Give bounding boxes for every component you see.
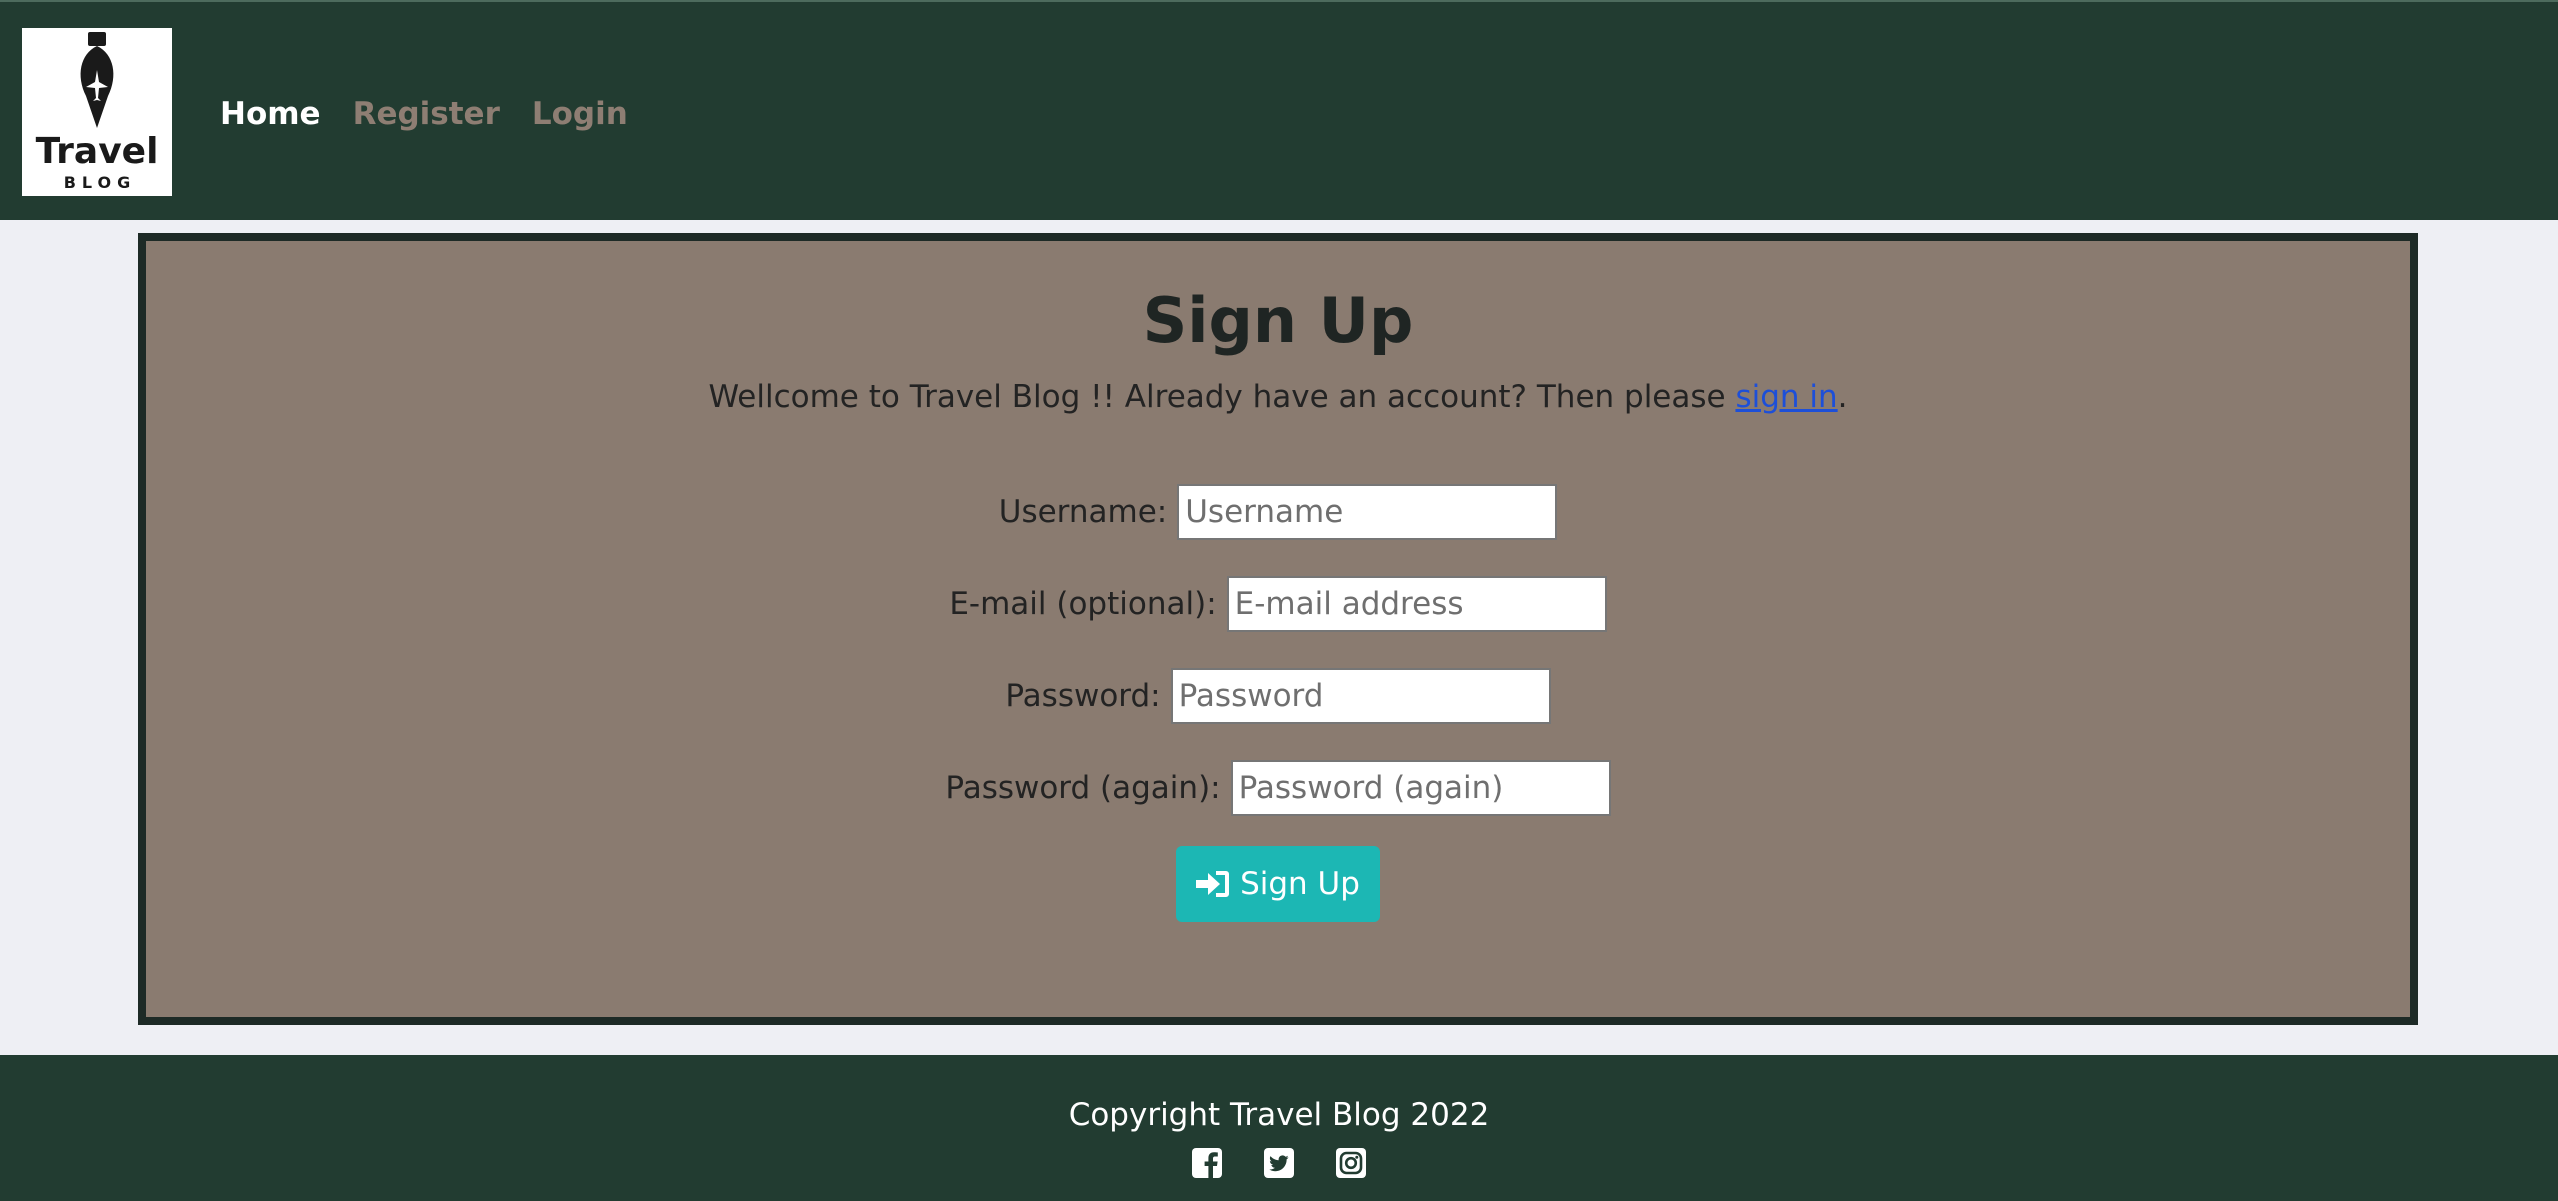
sign-in-link[interactable]: sign in [1735, 379, 1837, 415]
password-row: Password: [146, 668, 2410, 724]
twitter-icon[interactable] [1263, 1147, 1295, 1179]
page-title: Sign Up [1142, 284, 1414, 357]
facebook-icon[interactable] [1191, 1147, 1223, 1179]
logo[interactable]: Travel BLOG [22, 28, 172, 196]
intro-period: . [1837, 379, 1848, 415]
instagram-icon[interactable] [1335, 1147, 1367, 1179]
password-label: Password: [1005, 678, 1161, 714]
signup-panel: Sign Up Wellcome to Travel Blog !! Alrea… [138, 233, 2418, 1025]
nav-register-link[interactable]: Register [353, 94, 500, 134]
email-row: E-mail (optional): [146, 576, 2410, 632]
username-label: Username: [998, 494, 1168, 530]
password-again-row: Password (again): [146, 760, 2410, 816]
password-again-label: Password (again): [945, 770, 1221, 806]
sign-up-button-label: Sign Up [1240, 866, 1360, 902]
main-nav: Home Register Login [220, 94, 628, 134]
email-label: E-mail (optional): [949, 586, 1217, 622]
social-links [0, 1147, 2558, 1179]
intro-message: Wellcome to Travel Blog !! Already have … [708, 379, 1736, 415]
nav-home-link[interactable]: Home [220, 94, 321, 134]
fountain-pen-logo-icon [80, 32, 114, 128]
intro-text: Wellcome to Travel Blog !! Already have … [146, 377, 2410, 417]
password-again-input[interactable] [1230, 760, 1611, 816]
email-input[interactable] [1226, 576, 1607, 632]
password-input[interactable] [1170, 668, 1551, 724]
sign-up-button[interactable]: Sign Up [1176, 846, 1380, 922]
copyright-text: Copyright Travel Blog 2022 [1068, 1097, 1490, 1133]
username-input[interactable] [1177, 484, 1558, 540]
nav-login-link[interactable]: Login [532, 94, 628, 134]
logo-title: Travel [35, 131, 159, 172]
footer: Copyright Travel Blog 2022 [0, 1055, 2558, 1201]
navbar: Travel BLOG Home Register Login [0, 0, 2558, 220]
sign-in-icon [1196, 871, 1230, 897]
logo-subtitle: BLOG [63, 173, 137, 192]
username-row: Username: [146, 484, 2410, 540]
